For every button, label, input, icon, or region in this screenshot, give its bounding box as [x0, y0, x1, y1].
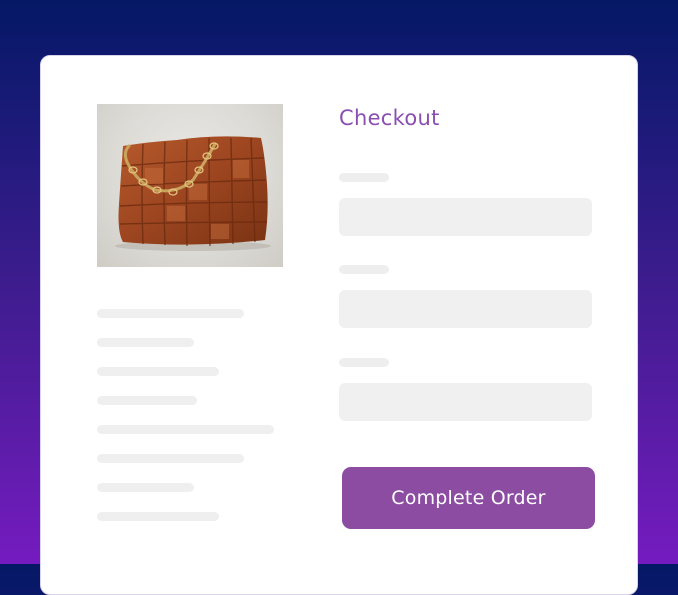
product-image: [97, 104, 283, 267]
field-label-placeholder: [339, 265, 389, 274]
checkout-title: Checkout: [339, 106, 440, 130]
summary-placeholder-line: [97, 425, 274, 434]
summary-placeholder-line: [97, 367, 219, 376]
summary-placeholder-line: [97, 309, 244, 318]
summary-placeholder-line: [97, 396, 197, 405]
complete-order-button[interactable]: Complete Order: [342, 467, 595, 529]
summary-placeholder-line: [97, 454, 244, 463]
complete-order-label: Complete Order: [391, 487, 546, 509]
field-label-placeholder: [339, 173, 389, 182]
checkout-card: Checkout Complete Order: [40, 55, 638, 595]
checkout-input-3[interactable]: [339, 383, 592, 421]
summary-placeholder-line: [97, 338, 194, 347]
checkout-input-2[interactable]: [339, 290, 592, 328]
field-label-placeholder: [339, 358, 389, 367]
woven-bag-icon: [115, 136, 271, 251]
summary-placeholder-line: [97, 483, 194, 492]
summary-placeholder-line: [97, 512, 219, 521]
checkout-input-1[interactable]: [339, 198, 592, 236]
